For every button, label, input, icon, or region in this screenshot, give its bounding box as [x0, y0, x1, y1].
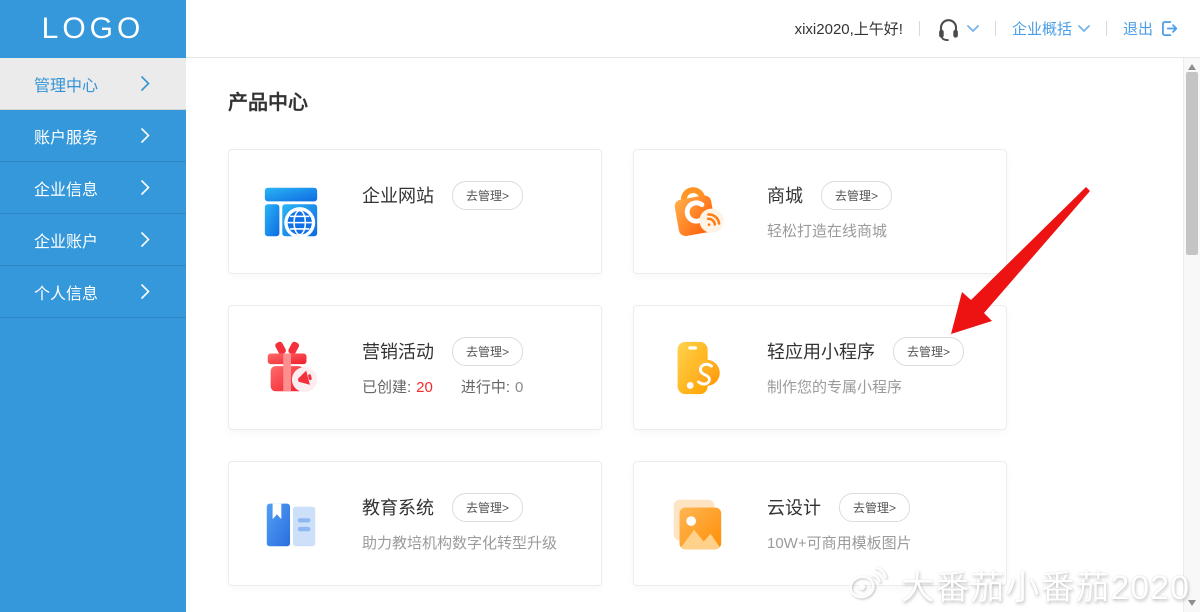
content-area: 产品中心	[186, 58, 1200, 612]
card-subtitle: 助力教培机构数字化转型升级	[362, 532, 557, 553]
divider	[919, 21, 920, 36]
running-count: 0	[515, 379, 523, 396]
enterprise-website-icon	[260, 181, 322, 243]
card-title: 企业网站	[362, 182, 434, 208]
mall-icon	[665, 181, 727, 243]
chevron-right-icon	[141, 128, 150, 143]
headset-icon	[936, 16, 961, 41]
scrollbar-up-arrow[interactable]	[1188, 64, 1196, 70]
manage-button[interactable]: 去管理>	[839, 493, 910, 522]
sidebar-item-enterprise-info[interactable]: 企业信息	[0, 162, 186, 214]
sidebar-nav: 管理中心 账户服务 企业信息 企业账户	[0, 58, 186, 318]
card-subtitle: 轻松打造在线商城	[767, 220, 892, 241]
enterprise-overview-label: 企业概括	[1012, 18, 1072, 39]
sidebar-item-label: 个人信息	[34, 280, 98, 304]
manage-button[interactable]: 去管理>	[893, 337, 964, 366]
logout-icon	[1159, 18, 1180, 39]
manage-button[interactable]: 去管理>	[452, 181, 523, 210]
card-stats: 已创建: 20 进行中: 0	[362, 376, 523, 397]
scrollbar-thumb[interactable]	[1186, 72, 1198, 255]
card-miniapp: 轻应用小程序 去管理> 制作您的专属小程序	[633, 305, 1007, 430]
manage-button[interactable]: 去管理>	[452, 493, 523, 522]
chevron-right-icon	[141, 180, 150, 195]
sidebar-item-personal-info[interactable]: 个人信息	[0, 266, 186, 318]
chevron-down-icon	[1078, 25, 1090, 33]
card-subtitle: 制作您的专属小程序	[767, 376, 964, 397]
card-enterprise-website: 企业网站 去管理>	[228, 149, 602, 274]
card-title: 营销活动	[362, 338, 434, 364]
logo: LOGO	[0, 0, 186, 58]
card-title: 商城	[767, 182, 803, 208]
card-title: 教育系统	[362, 494, 434, 520]
manage-button[interactable]: 去管理>	[452, 337, 523, 366]
sidebar-item-account-service[interactable]: 账户服务	[0, 110, 186, 162]
running-label: 进行中:	[461, 379, 510, 396]
sidebar-item-management-center[interactable]: 管理中心	[0, 58, 186, 110]
education-icon	[260, 493, 322, 555]
product-grid: 企业网站 去管理>	[228, 149, 1200, 586]
card-mall: 商城 去管理> 轻松打造在线商城	[633, 149, 1007, 274]
app-window: LOGO 管理中心 账户服务 企业信息 企业账户	[0, 0, 1200, 612]
top-header: xixi2020,上午好! 企业概括 退出	[186, 0, 1200, 58]
card-cloud-design: 云设计 去管理> 10W+可商用模板图片	[633, 461, 1007, 586]
logout-button[interactable]: 退出	[1123, 18, 1180, 39]
scrollbar[interactable]	[1183, 58, 1200, 612]
card-marketing: 营销活动 去管理> 已创建: 20 进行中: 0	[228, 305, 602, 430]
sidebar-item-label: 企业账户	[34, 228, 98, 252]
sidebar-item-label: 账户服务	[34, 124, 98, 148]
sidebar: LOGO 管理中心 账户服务 企业信息 企业账户	[0, 0, 186, 612]
cloud-design-icon	[665, 493, 727, 555]
chevron-down-icon	[967, 25, 979, 33]
chevron-right-icon	[141, 76, 150, 91]
sidebar-item-label: 企业信息	[34, 176, 98, 200]
user-greeting: xixi2020,上午好!	[795, 18, 903, 39]
divider	[1106, 21, 1107, 36]
card-title: 云设计	[767, 494, 821, 520]
miniapp-icon	[665, 337, 727, 399]
sidebar-item-enterprise-account[interactable]: 企业账户	[0, 214, 186, 266]
scrollbar-down-arrow[interactable]	[1188, 600, 1196, 606]
sidebar-item-label: 管理中心	[34, 72, 98, 96]
chevron-right-icon	[141, 232, 150, 247]
enterprise-overview-dropdown[interactable]: 企业概括	[1012, 18, 1090, 39]
divider	[995, 21, 996, 36]
created-label: 已创建:	[362, 379, 411, 396]
support-dropdown[interactable]	[936, 16, 979, 41]
logout-label: 退出	[1123, 18, 1153, 39]
chevron-right-icon	[141, 284, 150, 299]
card-title: 轻应用小程序	[767, 338, 875, 364]
marketing-icon	[260, 337, 322, 399]
created-count: 20	[416, 379, 433, 396]
card-education: 教育系统 去管理> 助力教培机构数字化转型升级	[228, 461, 602, 586]
page-title: 产品中心	[228, 86, 1200, 115]
card-subtitle: 10W+可商用模板图片	[767, 532, 912, 553]
manage-button[interactable]: 去管理>	[821, 181, 892, 210]
